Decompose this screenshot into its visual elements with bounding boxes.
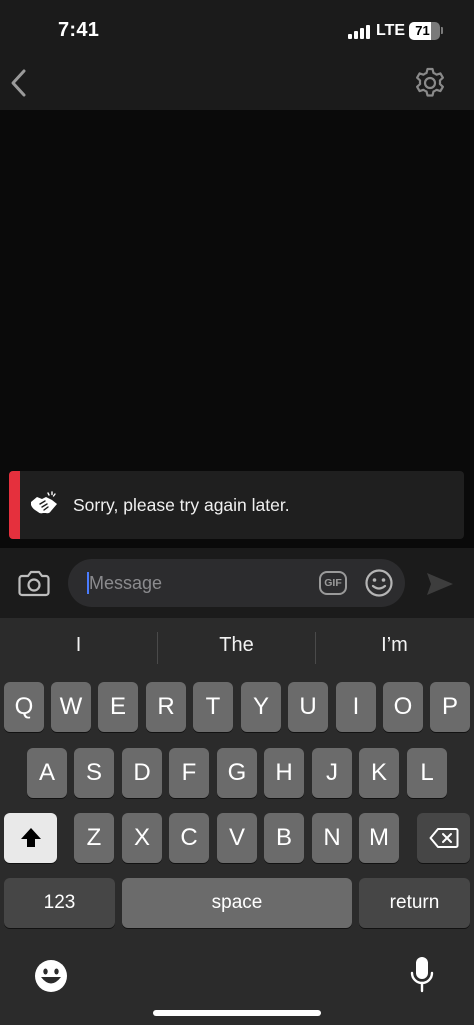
key[interactable]: O: [383, 682, 423, 732]
gear-icon: [416, 67, 444, 97]
shift-key[interactable]: [4, 813, 57, 863]
handshake-icon: [29, 491, 59, 519]
key[interactable]: M: [359, 813, 399, 863]
suggestion-3[interactable]: I’m: [316, 634, 473, 657]
emoji-keyboard-button[interactable]: [33, 958, 69, 994]
key[interactable]: A: [27, 748, 67, 798]
send-button[interactable]: [425, 570, 455, 598]
camera-button[interactable]: [17, 568, 51, 598]
numbers-key[interactable]: 123: [4, 878, 115, 928]
signal-strength-icon: [348, 25, 370, 39]
key[interactable]: Y: [241, 682, 281, 732]
delete-key[interactable]: [417, 813, 470, 863]
dictation-button[interactable]: [409, 956, 435, 994]
key[interactable]: J: [312, 748, 352, 798]
settings-button[interactable]: [413, 66, 447, 100]
message-field[interactable]: GIF: [68, 559, 405, 607]
key[interactable]: Z: [74, 813, 114, 863]
smiley-icon: [365, 569, 393, 597]
key[interactable]: X: [122, 813, 162, 863]
key[interactable]: U: [288, 682, 328, 732]
status-time: 7:41: [58, 19, 100, 41]
camera-icon: [18, 570, 50, 597]
key[interactable]: L: [407, 748, 447, 798]
suggestion-1[interactable]: I: [0, 634, 157, 657]
message-input[interactable]: [89, 559, 309, 607]
send-arrow-icon: [427, 573, 453, 595]
battery-tip: [441, 27, 443, 34]
shift-icon: [20, 828, 41, 847]
key[interactable]: D: [122, 748, 162, 798]
key[interactable]: Q: [4, 682, 44, 732]
key[interactable]: V: [217, 813, 257, 863]
error-message: Sorry, please try again later.: [73, 495, 290, 515]
key[interactable]: I: [336, 682, 376, 732]
key[interactable]: S: [74, 748, 114, 798]
key[interactable]: K: [359, 748, 399, 798]
key[interactable]: N: [312, 813, 352, 863]
key[interactable]: C: [169, 813, 209, 863]
key[interactable]: G: [217, 748, 257, 798]
key[interactable]: R: [146, 682, 186, 732]
error-banner: Sorry, please try again later.: [9, 471, 464, 539]
emoji-keyboard-icon: [35, 960, 67, 992]
keyboard: I The I’m Q W E R T Y U I O P A S D F G …: [0, 618, 474, 1025]
key[interactable]: H: [264, 748, 304, 798]
back-button[interactable]: [6, 66, 34, 100]
key[interactable]: B: [264, 813, 304, 863]
key[interactable]: T: [193, 682, 233, 732]
network-type: LTE: [376, 22, 406, 39]
battery-icon: 71: [409, 22, 440, 40]
key[interactable]: W: [51, 682, 91, 732]
top-bar: 7:41 LTE 71: [0, 0, 474, 110]
error-stripe: [9, 471, 20, 539]
key[interactable]: F: [169, 748, 209, 798]
key[interactable]: P: [430, 682, 470, 732]
microphone-icon: [410, 957, 434, 993]
key[interactable]: E: [98, 682, 138, 732]
chevron-left-icon: [11, 69, 26, 97]
message-composer: GIF: [0, 548, 474, 618]
emoji-button[interactable]: [364, 568, 394, 598]
gif-button[interactable]: GIF: [319, 571, 347, 595]
home-indicator[interactable]: [153, 1010, 321, 1016]
suggestion-2[interactable]: The: [158, 634, 315, 657]
return-key[interactable]: return: [359, 878, 470, 928]
space-key[interactable]: space: [122, 878, 352, 928]
battery-percent: 71: [415, 23, 430, 38]
delete-backspace-icon: [429, 828, 458, 848]
